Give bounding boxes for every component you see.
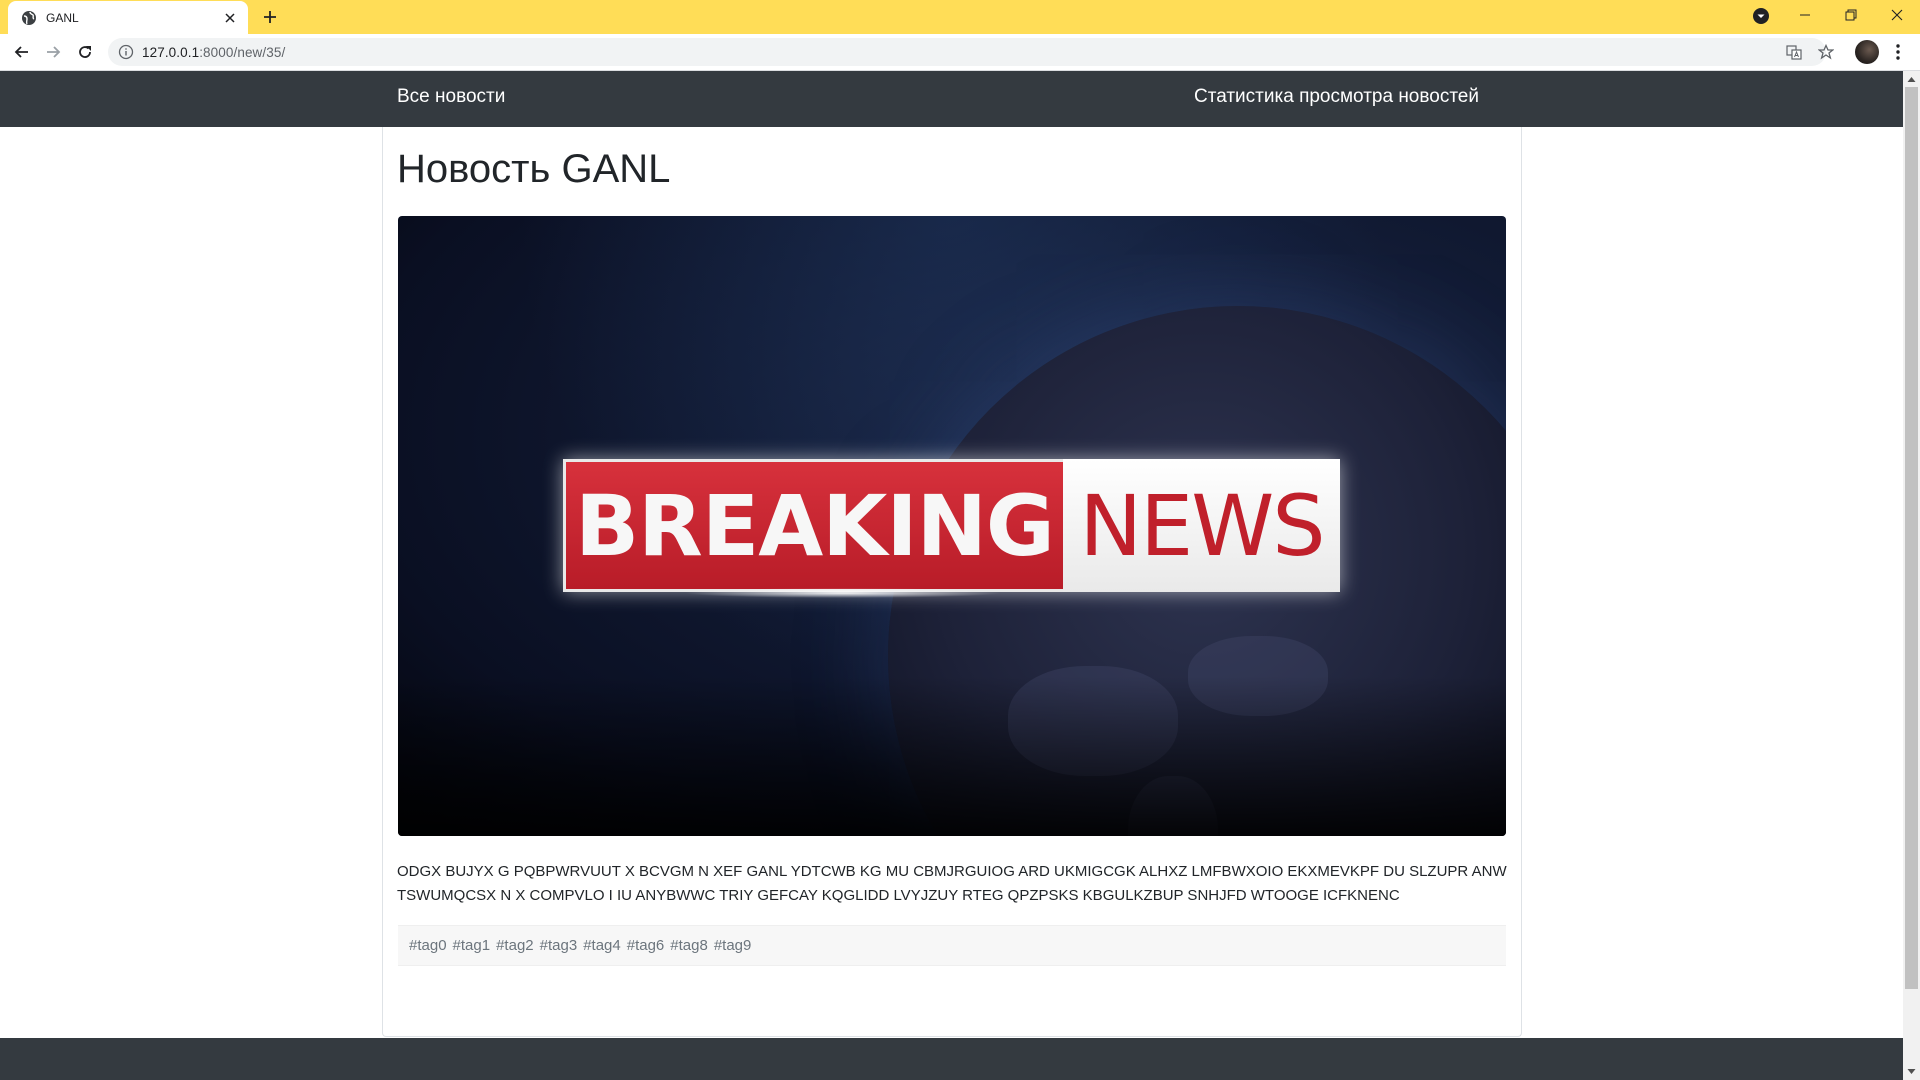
tag-link[interactable]: #tag9 [714,937,752,954]
page-viewport: Все новости Статистика просмотра новосте… [0,71,1903,1080]
image-fade [398,676,1506,836]
news-body: ODGX BUJYX G PQBPWRVUUT X BCVGM N XEF GA… [397,863,1507,904]
tags-bar: #tag0 #tag1 #tag2 #tag3 #tag4 #tag6 #tag… [398,925,1506,966]
tab-title: GANL [46,10,79,25]
tag-link[interactable]: #tag4 [583,937,621,954]
url-host: 127.0.0.1 [142,44,200,60]
url-text: 127.0.0.1:8000/new/35/ [142,45,285,60]
info-icon[interactable] [118,44,134,60]
bookmark-star-icon[interactable] [1816,42,1836,62]
banner-red-block: BREAKING [563,459,1063,592]
minimize-button[interactable] [1782,0,1828,30]
browser-tab[interactable]: GANL [8,1,248,34]
site-footer [0,1038,1903,1080]
page-scrollbar[interactable] [1903,71,1920,1080]
banner-flare [683,588,1003,598]
tag-link[interactable]: #tag8 [670,937,708,954]
more-menu-icon[interactable] [1888,40,1908,64]
nav-link-view-stats[interactable]: Статистика просмотра новостей [1194,86,1479,108]
tag-link[interactable]: #tag0 [409,937,447,954]
profile-avatar[interactable] [1855,40,1879,64]
reload-button[interactable] [71,38,99,66]
browser-titlebar: GANL [0,0,1920,34]
address-bar[interactable]: 127.0.0.1:8000/new/35/ [108,38,1826,66]
url-path: :8000/new/35/ [199,44,286,60]
banner-text-news: NEWS [1079,476,1325,575]
close-window-button[interactable] [1874,0,1920,30]
tag-link[interactable]: #tag3 [540,937,578,954]
forward-button[interactable] [39,38,67,66]
banner-white-block: NEWS [1063,459,1340,592]
scrollbar-thumb[interactable] [1905,87,1918,989]
banner-text-breaking: BREAKING [575,476,1055,575]
globe-icon [21,10,37,26]
news-image: BREAKING NEWS [398,216,1506,836]
site-navbar: Все новости Статистика просмотра новосте… [0,71,1903,127]
tag-link[interactable]: #tag6 [627,937,665,954]
tag-link[interactable]: #tag2 [496,937,534,954]
scroll-up-icon[interactable] [1907,75,1916,84]
restore-button[interactable] [1828,0,1874,30]
translate-icon[interactable] [1784,42,1804,62]
page-title: Новость GANL [397,147,671,191]
scroll-down-icon[interactable] [1907,1067,1916,1076]
browser-toolbar: 127.0.0.1:8000/new/35/ [0,34,1920,71]
close-tab-icon[interactable] [222,10,238,26]
back-button[interactable] [8,38,36,66]
tag-link[interactable]: #tag1 [453,937,491,954]
breaking-news-banner: BREAKING NEWS [563,459,1340,598]
nav-link-all-news[interactable]: Все новости [397,86,505,108]
new-tab-button[interactable] [258,5,282,29]
chevron-down-icon[interactable] [1752,7,1770,25]
